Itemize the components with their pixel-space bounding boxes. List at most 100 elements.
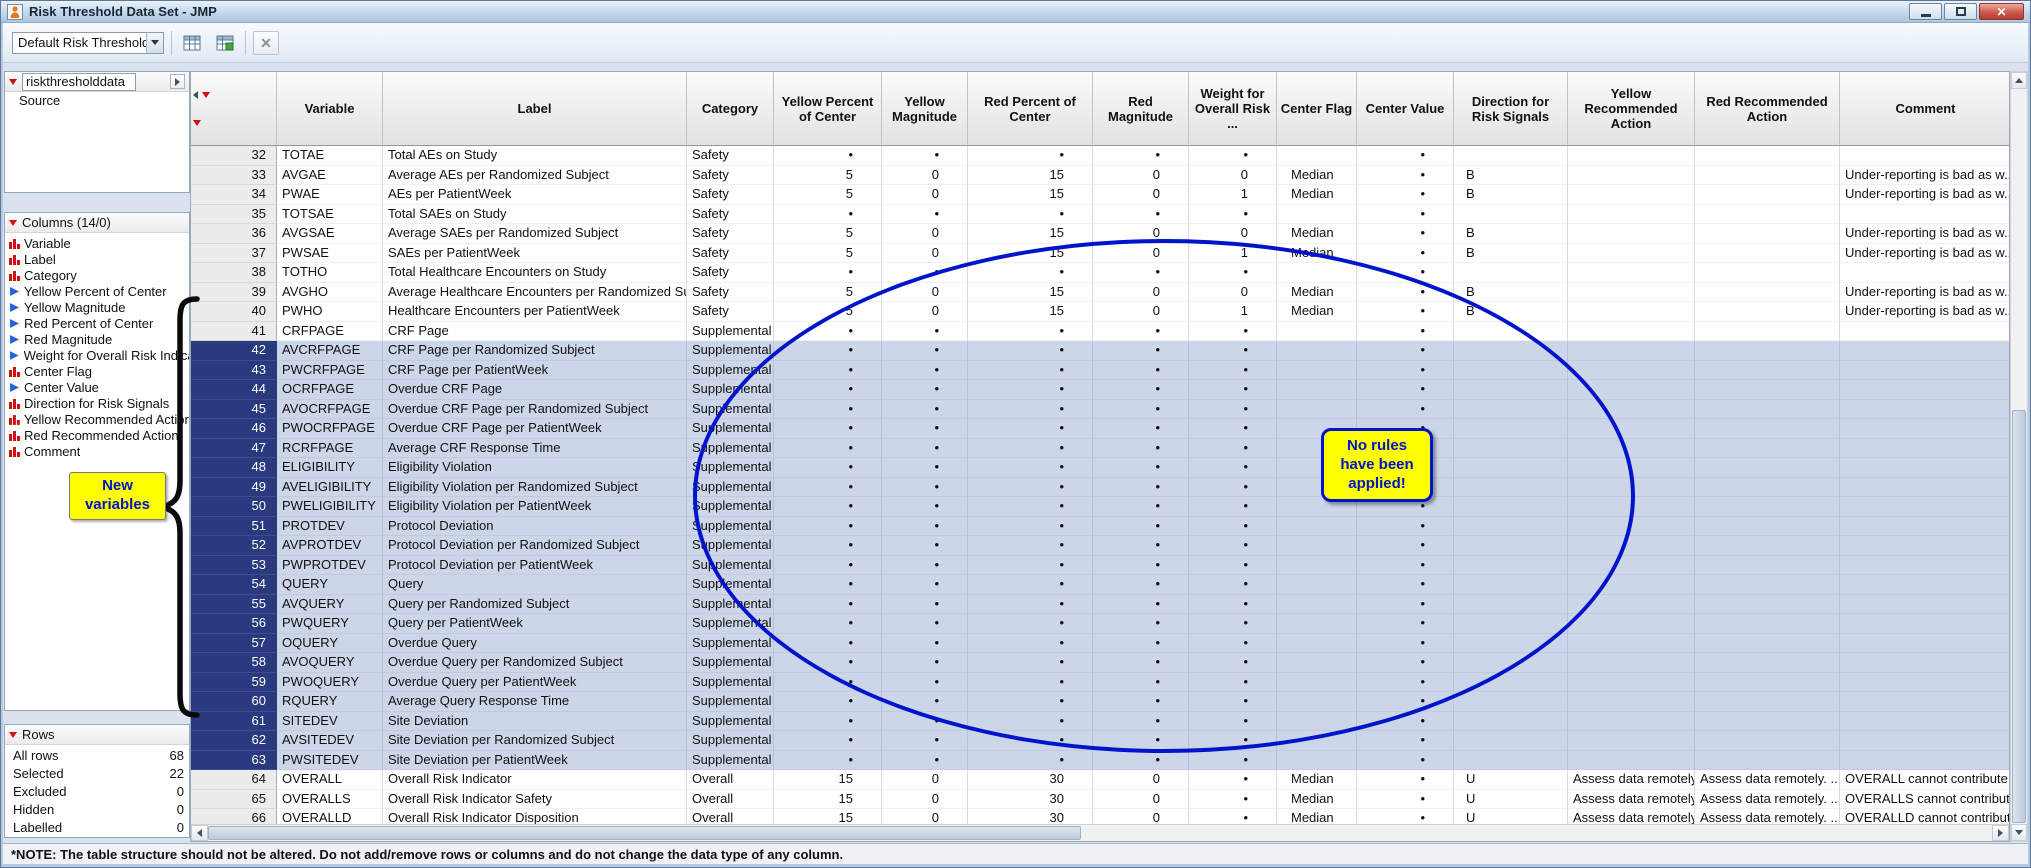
cell-comment[interactable] bbox=[1840, 322, 2009, 342]
cell-yellow-percent[interactable]: 5 bbox=[774, 244, 882, 264]
column-header-center-flag[interactable]: Center Flag bbox=[1277, 72, 1357, 146]
cell-weight[interactable]: • bbox=[1189, 575, 1277, 595]
cell-variable[interactable]: AVSITEDEV bbox=[277, 731, 383, 751]
cell-direction[interactable] bbox=[1454, 731, 1568, 751]
cell-category[interactable]: Supplemental bbox=[687, 380, 774, 400]
cell-yellow-magnitude[interactable]: • bbox=[882, 380, 968, 400]
cell-comment[interactable] bbox=[1840, 575, 2009, 595]
cell-yellow-percent[interactable]: • bbox=[774, 322, 882, 342]
cell-center-flag[interactable] bbox=[1277, 497, 1357, 517]
cell-red-magnitude[interactable]: 0 bbox=[1093, 166, 1189, 186]
cell-comment[interactable]: Under-reporting is bad as w... bbox=[1840, 302, 2009, 322]
vertical-scrollbar[interactable] bbox=[2010, 71, 2028, 842]
row-number-cell[interactable]: 62 bbox=[191, 731, 277, 751]
cell-center-flag[interactable]: Median bbox=[1277, 809, 1357, 824]
table-row[interactable]: 37 PWSAE SAEs per PatientWeek Safety 5 0… bbox=[191, 244, 2009, 264]
close-button[interactable]: ✕ bbox=[1979, 3, 2024, 20]
cell-direction[interactable] bbox=[1454, 439, 1568, 459]
cell-center-flag[interactable] bbox=[1277, 478, 1357, 498]
cell-red-magnitude[interactable]: • bbox=[1093, 751, 1189, 771]
cell-center-value[interactable]: • bbox=[1357, 458, 1454, 478]
vertical-scrollbar-thumb[interactable] bbox=[2012, 410, 2026, 823]
table-row[interactable]: 66 OVERALLD Overall Risk Indicator Dispo… bbox=[191, 809, 2009, 824]
cell-red-percent[interactable]: • bbox=[968, 322, 1093, 342]
combo-dropdown-button[interactable] bbox=[146, 33, 163, 53]
row-number-cell[interactable]: 44 bbox=[191, 380, 277, 400]
cell-variable[interactable]: OVERALL bbox=[277, 770, 383, 790]
cell-red-action[interactable] bbox=[1695, 497, 1840, 517]
cell-red-action[interactable] bbox=[1695, 380, 1840, 400]
row-number-cell[interactable]: 48 bbox=[191, 458, 277, 478]
cell-center-flag[interactable] bbox=[1277, 205, 1357, 225]
row-number-cell[interactable]: 59 bbox=[191, 673, 277, 693]
cell-yellow-magnitude[interactable]: • bbox=[882, 731, 968, 751]
rows-panel-header[interactable]: Rows bbox=[5, 725, 189, 745]
cell-center-flag[interactable] bbox=[1277, 400, 1357, 420]
cell-red-magnitude[interactable]: • bbox=[1093, 478, 1189, 498]
cell-comment[interactable] bbox=[1840, 751, 2009, 771]
cell-direction[interactable] bbox=[1454, 634, 1568, 654]
table-row[interactable]: 38 TOTHO Total Healthcare Encounters on … bbox=[191, 263, 2009, 283]
table-row[interactable]: 35 TOTSAE Total SAEs on Study Safety • •… bbox=[191, 205, 2009, 225]
cell-category[interactable]: Supplemental bbox=[687, 419, 774, 439]
cell-yellow-magnitude[interactable]: • bbox=[882, 458, 968, 478]
cell-yellow-percent[interactable]: • bbox=[774, 263, 882, 283]
table-row[interactable]: 41 CRFPAGE CRF Page Supplemental • • • •… bbox=[191, 322, 2009, 342]
columns-panel-item[interactable]: Variable bbox=[5, 235, 189, 251]
cell-yellow-percent[interactable]: 15 bbox=[774, 809, 882, 824]
cell-center-value[interactable]: • bbox=[1357, 478, 1454, 498]
cell-weight[interactable]: 1 bbox=[1189, 185, 1277, 205]
cell-variable[interactable]: PWCRFPAGE bbox=[277, 361, 383, 381]
cell-yellow-percent[interactable]: • bbox=[774, 341, 882, 361]
cell-comment[interactable]: Under-reporting is bad as w... bbox=[1840, 185, 2009, 205]
cell-variable[interactable]: PWAE bbox=[277, 185, 383, 205]
cell-category[interactable]: Supplemental bbox=[687, 497, 774, 517]
cell-category[interactable]: Supplemental bbox=[687, 536, 774, 556]
cell-yellow-action[interactable] bbox=[1568, 361, 1695, 381]
cell-direction[interactable] bbox=[1454, 653, 1568, 673]
cell-direction[interactable] bbox=[1454, 205, 1568, 225]
cell-red-percent[interactable]: • bbox=[968, 673, 1093, 693]
cell-yellow-action[interactable] bbox=[1568, 458, 1695, 478]
cell-label[interactable]: Overdue CRF Page bbox=[383, 380, 687, 400]
cell-weight[interactable]: • bbox=[1189, 400, 1277, 420]
cell-red-action[interactable] bbox=[1695, 751, 1840, 771]
cell-category[interactable]: Safety bbox=[687, 302, 774, 322]
cell-center-flag[interactable] bbox=[1277, 595, 1357, 615]
horizontal-scrollbar[interactable] bbox=[191, 824, 2009, 841]
cell-red-percent[interactable]: 15 bbox=[968, 302, 1093, 322]
table-row[interactable]: 52 AVPROTDEV Protocol Deviation per Rand… bbox=[191, 536, 2009, 556]
table-row[interactable]: 49 AVELIGIBILITY Eligibility Violation p… bbox=[191, 478, 2009, 498]
cell-yellow-percent[interactable]: • bbox=[774, 419, 882, 439]
cell-label[interactable]: Average CRF Response Time bbox=[383, 439, 687, 459]
cell-yellow-action[interactable] bbox=[1568, 400, 1695, 420]
cell-category[interactable]: Supplemental bbox=[687, 653, 774, 673]
column-header-red-magnitude[interactable]: Red Magnitude bbox=[1093, 72, 1189, 146]
cell-yellow-action[interactable] bbox=[1568, 517, 1695, 537]
cell-label[interactable]: CRF Page bbox=[383, 322, 687, 342]
scroll-right-button[interactable] bbox=[1992, 825, 2009, 841]
cell-yellow-action[interactable] bbox=[1568, 692, 1695, 712]
cell-center-flag[interactable] bbox=[1277, 634, 1357, 654]
cell-weight[interactable]: • bbox=[1189, 380, 1277, 400]
cell-red-action[interactable] bbox=[1695, 400, 1840, 420]
row-number-cell[interactable]: 35 bbox=[191, 205, 277, 225]
cell-center-value[interactable]: • bbox=[1357, 263, 1454, 283]
cell-yellow-percent[interactable]: • bbox=[774, 361, 882, 381]
cell-yellow-percent[interactable]: • bbox=[774, 478, 882, 498]
cell-direction[interactable] bbox=[1454, 400, 1568, 420]
cell-red-magnitude[interactable]: • bbox=[1093, 614, 1189, 634]
cell-center-value[interactable]: • bbox=[1357, 244, 1454, 264]
cell-yellow-magnitude[interactable]: • bbox=[882, 614, 968, 634]
cell-red-action[interactable] bbox=[1695, 283, 1840, 303]
cell-comment[interactable] bbox=[1840, 497, 2009, 517]
cell-label[interactable]: CRF Page per Randomized Subject bbox=[383, 341, 687, 361]
cell-category[interactable]: Supplemental bbox=[687, 322, 774, 342]
cell-center-value[interactable]: • bbox=[1357, 283, 1454, 303]
cell-yellow-magnitude[interactable]: • bbox=[882, 517, 968, 537]
cell-red-percent[interactable]: 15 bbox=[968, 244, 1093, 264]
cell-label[interactable]: Query per Randomized Subject bbox=[383, 595, 687, 615]
red-triangle-menu-icon[interactable] bbox=[9, 220, 17, 226]
cell-yellow-magnitude[interactable]: • bbox=[882, 634, 968, 654]
cell-yellow-magnitude[interactable]: • bbox=[882, 595, 968, 615]
